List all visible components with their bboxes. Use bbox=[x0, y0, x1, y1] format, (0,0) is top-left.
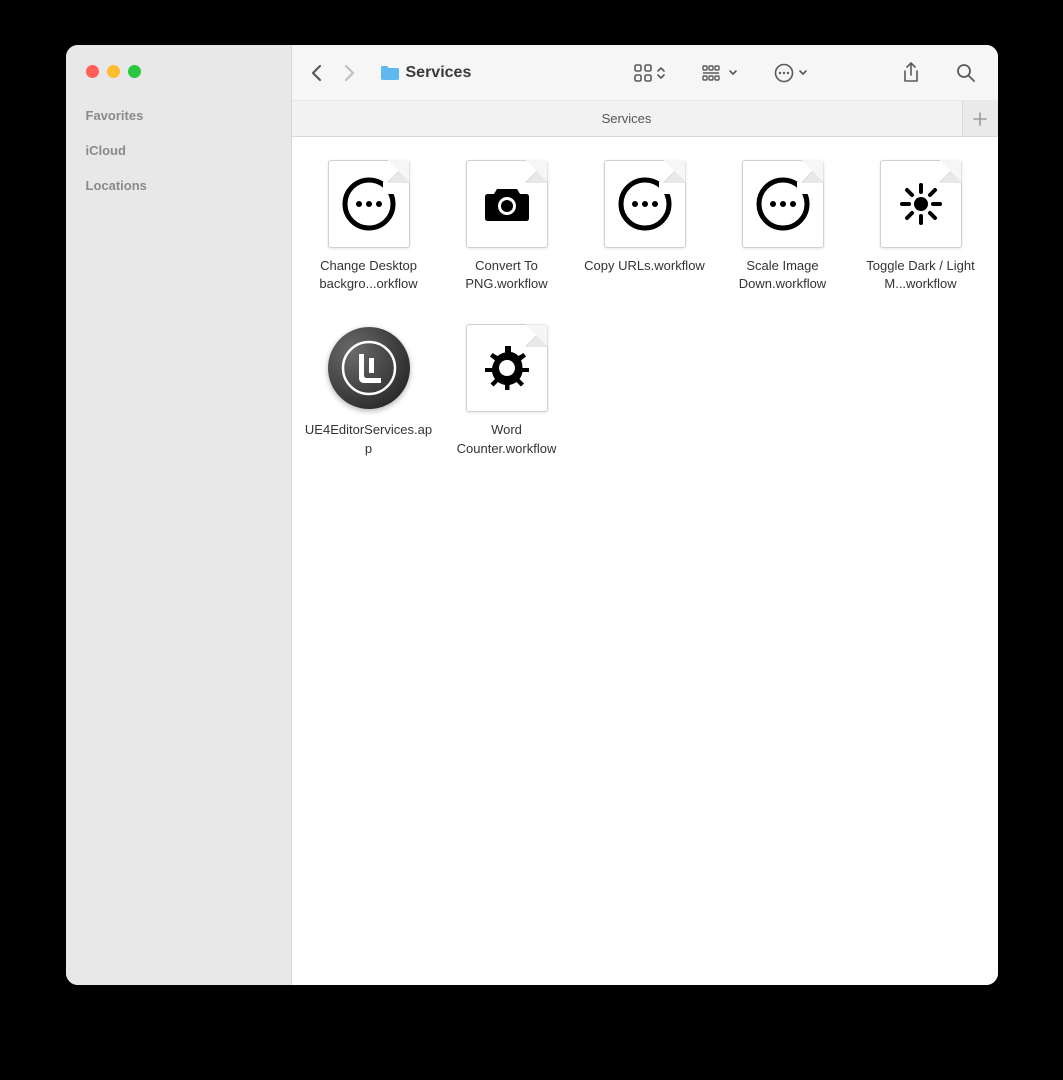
file-name: Copy URLs.workflow bbox=[584, 257, 705, 275]
tab-services[interactable]: Services bbox=[292, 101, 962, 136]
search-icon bbox=[956, 63, 976, 83]
sidebar: Favorites iCloud Locations bbox=[66, 45, 292, 985]
plus-icon bbox=[973, 112, 987, 126]
file-item[interactable]: Scale Image Down.workflow bbox=[718, 159, 848, 293]
workflow-icon bbox=[462, 159, 552, 249]
workflow-icon bbox=[876, 159, 966, 249]
folder-name: Services bbox=[406, 64, 472, 82]
maximize-button[interactable] bbox=[128, 65, 141, 78]
file-name: Word Counter.workflow bbox=[443, 421, 571, 457]
sidebar-section-favorites[interactable]: Favorites bbox=[66, 98, 291, 133]
forward-button[interactable] bbox=[344, 64, 356, 82]
main-area: Services bbox=[292, 45, 998, 985]
sidebar-section-icloud[interactable]: iCloud bbox=[66, 133, 291, 168]
file-item[interactable]: Change Desktop backgro...orkflow bbox=[304, 159, 434, 293]
group-icon bbox=[702, 65, 724, 81]
workflow-icon bbox=[738, 159, 828, 249]
view-mode-button[interactable] bbox=[630, 60, 670, 86]
group-button[interactable] bbox=[698, 61, 742, 85]
close-button[interactable] bbox=[86, 65, 99, 78]
file-name: Scale Image Down.workflow bbox=[719, 257, 847, 293]
toolbar-right-group bbox=[630, 58, 980, 88]
file-item[interactable]: UE4EditorServices.app bbox=[304, 323, 434, 457]
content-area: Change Desktop backgro...orkflow bbox=[292, 137, 998, 985]
file-item[interactable]: Convert To PNG.workflow bbox=[442, 159, 572, 293]
action-button[interactable] bbox=[770, 59, 812, 87]
folder-title: Services bbox=[380, 64, 472, 82]
search-button[interactable] bbox=[952, 59, 980, 87]
file-name: Convert To PNG.workflow bbox=[443, 257, 571, 293]
new-tab-button[interactable] bbox=[962, 101, 998, 136]
minimize-button[interactable] bbox=[107, 65, 120, 78]
file-item[interactable]: Toggle Dark / Light M...workflow bbox=[856, 159, 986, 293]
file-name: UE4EditorServices.app bbox=[305, 421, 433, 457]
share-button[interactable] bbox=[898, 58, 924, 88]
tab-label: Services bbox=[602, 111, 652, 126]
share-icon bbox=[902, 62, 920, 84]
toolbar: Services bbox=[292, 45, 998, 101]
file-name: Change Desktop backgro...orkflow bbox=[305, 257, 433, 293]
nav-arrows bbox=[310, 64, 356, 82]
sidebar-section-locations[interactable]: Locations bbox=[66, 168, 291, 203]
finder-window: Favorites iCloud Locations Services bbox=[66, 45, 998, 985]
tab-bar: Services bbox=[292, 101, 998, 137]
chevron-updown-icon bbox=[656, 65, 666, 81]
workflow-icon bbox=[462, 323, 552, 413]
file-grid: Change Desktop backgro...orkflow bbox=[304, 159, 986, 458]
workflow-icon bbox=[324, 159, 414, 249]
file-item[interactable]: Word Counter.workflow bbox=[442, 323, 572, 457]
file-name: Toggle Dark / Light M...workflow bbox=[857, 257, 985, 293]
folder-icon bbox=[380, 65, 400, 81]
ellipsis-circle-icon bbox=[774, 63, 794, 83]
app-icon bbox=[324, 323, 414, 413]
grid-icon bbox=[634, 64, 652, 82]
chevron-down-icon bbox=[798, 69, 808, 77]
traffic-lights bbox=[66, 65, 291, 98]
file-item[interactable]: Copy URLs.workflow bbox=[580, 159, 710, 293]
chevron-down-icon bbox=[728, 69, 738, 77]
workflow-icon bbox=[600, 159, 690, 249]
back-button[interactable] bbox=[310, 64, 322, 82]
